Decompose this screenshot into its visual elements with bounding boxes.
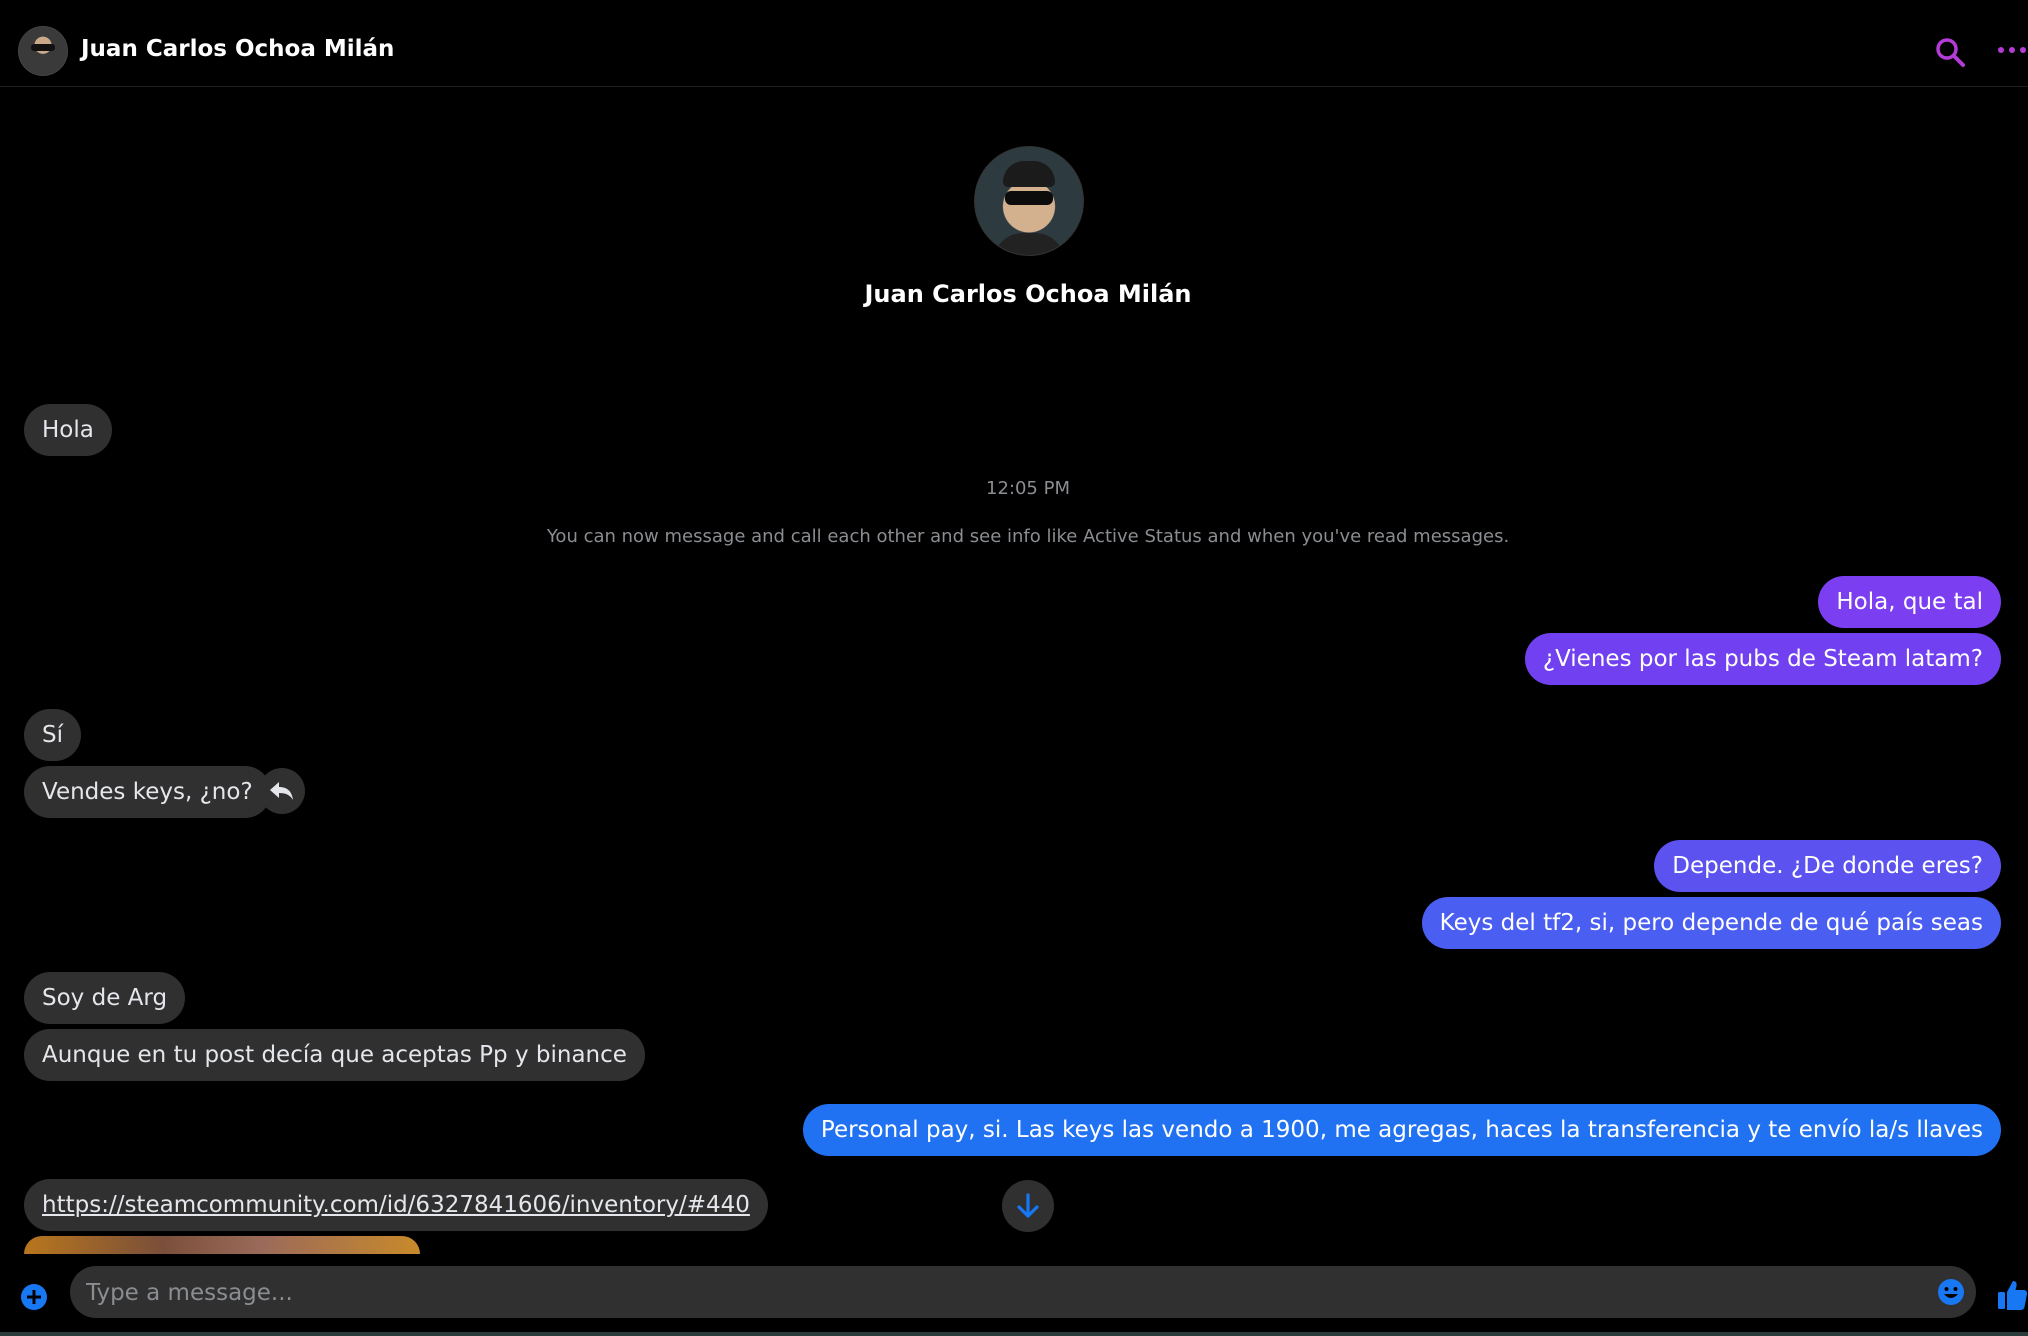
emoji-icon[interactable] xyxy=(1936,1277,1966,1307)
message-outgoing[interactable]: Depende. ¿De donde eres? xyxy=(1654,840,2001,892)
image-attachment-preview[interactable] xyxy=(24,1236,420,1254)
message-incoming-link[interactable]: https://steamcommunity.com/id/6327841606… xyxy=(24,1179,768,1231)
system-notice: You can now message and call each other … xyxy=(546,526,1510,547)
scroll-to-bottom-button[interactable] xyxy=(1002,1180,1054,1232)
reply-icon xyxy=(270,782,293,800)
profile-name: Juan Carlos Ochoa Milán xyxy=(864,280,1192,308)
message-incoming[interactable]: Aunque en tu post decía que aceptas Pp y… xyxy=(24,1029,645,1081)
composer-bottom-border xyxy=(0,1332,2028,1336)
contact-avatar[interactable] xyxy=(18,26,68,76)
message-outgoing[interactable]: Keys del tf2, si, pero depende de qué pa… xyxy=(1421,897,2001,949)
contact-name[interactable]: Juan Carlos Ochoa Milán xyxy=(81,36,394,62)
thumbs-up-icon[interactable] xyxy=(1996,1278,2028,1312)
message-incoming[interactable]: Sí xyxy=(24,709,81,761)
message-incoming[interactable]: Hola xyxy=(24,404,112,456)
message-outgoing[interactable]: ¿Vienes por las pubs de Steam latam? xyxy=(1524,633,2001,685)
plus-icon[interactable] xyxy=(19,1282,49,1312)
message-incoming[interactable]: Soy de Arg xyxy=(24,972,186,1024)
search-icon[interactable] xyxy=(1934,36,1966,68)
message-incoming[interactable]: Vendes keys, ¿no? xyxy=(24,766,271,818)
profile-avatar[interactable] xyxy=(974,146,1084,256)
reply-button[interactable] xyxy=(259,768,305,814)
message-outgoing[interactable]: Hola, que tal xyxy=(1818,576,2001,628)
message-input[interactable] xyxy=(84,1266,1908,1320)
more-options-icon[interactable] xyxy=(1996,36,2028,68)
message-link[interactable]: https://steamcommunity.com/id/6327841606… xyxy=(42,1192,750,1218)
message-composer xyxy=(0,1254,2028,1336)
conversation-header: Juan Carlos Ochoa Milán xyxy=(0,0,2028,87)
timestamp: 12:05 PM xyxy=(986,478,1070,499)
arrow-down-icon xyxy=(1017,1193,1039,1218)
message-outgoing[interactable]: Personal pay, si. Las keys las vendo a 1… xyxy=(802,1104,2001,1156)
message-input-wrapper xyxy=(70,1266,1976,1320)
